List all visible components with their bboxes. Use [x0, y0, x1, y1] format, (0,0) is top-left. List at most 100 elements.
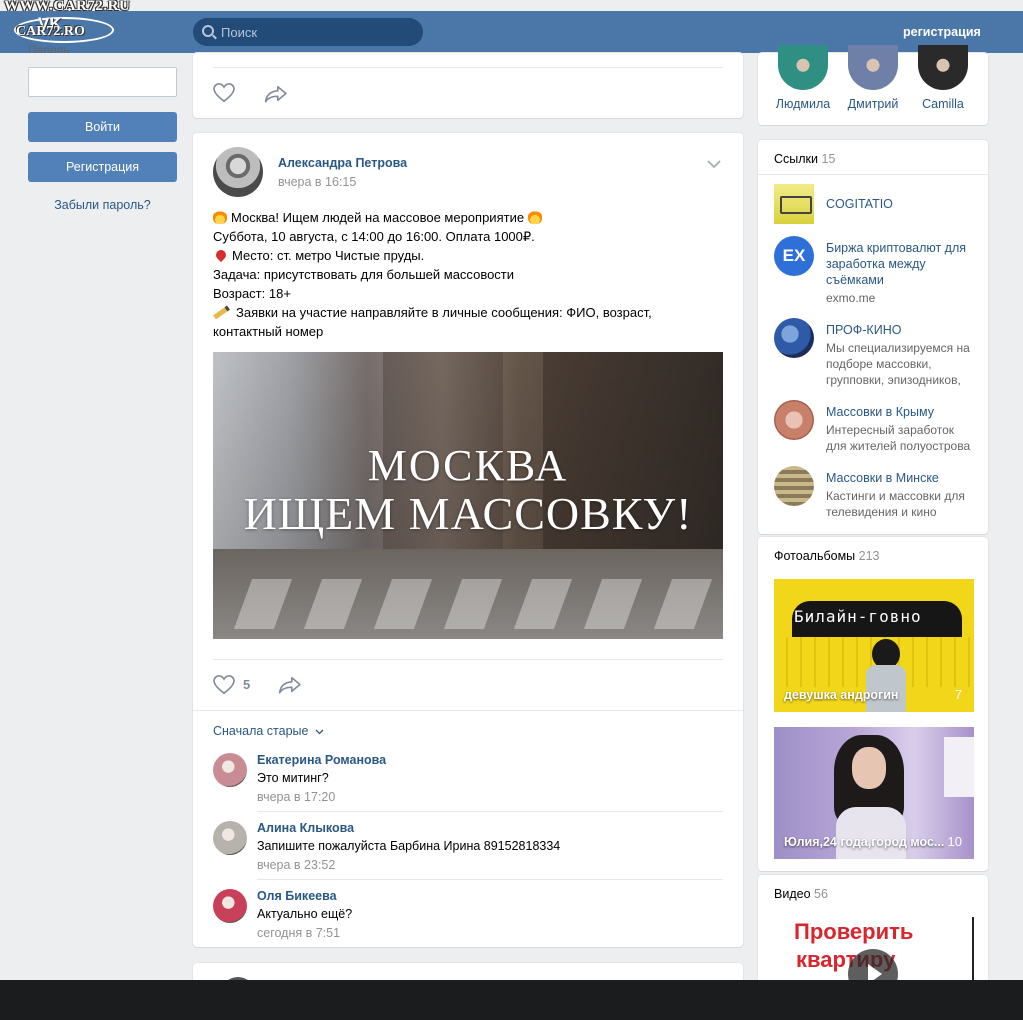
divider — [257, 879, 723, 880]
avatar-fill — [848, 45, 898, 90]
watermark-text: WWW.CAR72.RU — [4, 0, 131, 14]
album-caption: Юлия,24 года,город мос... — [784, 835, 945, 849]
comment-author[interactable]: Екатерина Романова — [257, 753, 386, 767]
album-window — [944, 737, 974, 797]
comment-item: Оля Бикеева Актуально ещё? сегодня в 7:5… — [213, 887, 723, 949]
link-title[interactable]: Биржа криптовалют для заработка между съ… — [826, 240, 976, 288]
image-title-line1: МОСКВА — [367, 441, 569, 490]
friend-name[interactable]: Людмила — [768, 97, 838, 111]
avatar-fill — [213, 753, 247, 787]
share-icon[interactable] — [264, 85, 288, 103]
album-count: 7 — [954, 687, 962, 702]
divider — [213, 659, 723, 660]
fire-emoji-icon — [527, 210, 542, 224]
link-logo[interactable] — [774, 318, 814, 358]
password-label: Пароль — [28, 43, 70, 53]
friend-name[interactable]: Дмитрий — [838, 97, 908, 111]
author-avatar[interactable] — [213, 147, 263, 197]
like-count: 5 — [243, 677, 251, 692]
bottom-bar — [0, 980, 1023, 1020]
albums-block: Фотоальбомы 213 Билайн-говно девушка анд… — [758, 537, 988, 871]
register-link[interactable]: регистрация — [903, 25, 981, 39]
comment-avatar[interactable] — [213, 889, 247, 923]
link-desc: Интересный заработок для жителей полуост… — [826, 423, 971, 453]
top-strip — [0, 0, 1023, 11]
share-icon[interactable] — [278, 676, 302, 694]
comment-avatar[interactable] — [213, 753, 247, 787]
comment-time[interactable]: сегодня в 7:51 — [257, 926, 340, 940]
link-title[interactable]: COGITATIO — [826, 196, 976, 212]
avatar-fill — [778, 45, 828, 90]
friend-avatar[interactable] — [918, 45, 968, 90]
post-card: Александра Петрова вчера в 16:15 Москва!… — [193, 133, 743, 947]
albums-header[interactable]: Фотоальбомы 213 — [774, 549, 880, 563]
pencil-emoji-icon — [213, 305, 230, 320]
pin-emoji-icon — [213, 247, 229, 263]
comment-text: Запишите пожалуйста Барбина Ирина 891528… — [257, 839, 561, 853]
link-desc: exmo.me — [826, 291, 876, 305]
album-thumb[interactable]: Юлия,24 года,город мос... 10 — [774, 727, 974, 859]
video-thumb-line1: Проверить — [794, 919, 914, 944]
cogitatio-glasses-icon — [780, 196, 812, 214]
search-input[interactable]: Поиск — [193, 18, 423, 46]
avatar-fill — [213, 889, 247, 923]
search-placeholder: Поиск — [221, 25, 258, 40]
site-logo[interactable]: VK CAR72.RO WWW.CAR72.RU — [4, 0, 131, 48]
link-title[interactable]: ПРОФ-КИНО — [826, 322, 976, 338]
post-time[interactable]: вчера в 16:15 — [278, 175, 356, 189]
post-line: Москва! Ищем людей на массовое мероприят… — [213, 208, 713, 227]
post-author[interactable]: Александра Петрова — [278, 156, 407, 170]
comment-item: Екатерина Романова Это митинг? вчера в 1… — [213, 751, 723, 813]
links-block: Ссылки 15 COGITATIO EX Биржа криптовалют… — [758, 140, 988, 534]
comment-time[interactable]: вчера в 23:52 — [257, 858, 335, 872]
post-line: Возраст: 18+ — [213, 286, 291, 301]
album-thumb[interactable]: Билайн-говно девушка андрогин 7 — [774, 579, 974, 712]
like-icon[interactable] — [213, 675, 235, 695]
divider — [257, 811, 723, 812]
post-line: Место: ст. метро Чистые пруды. — [213, 246, 713, 265]
album-board-text: Билайн-говно — [794, 607, 922, 626]
friend-avatar[interactable] — [848, 45, 898, 90]
post-line: Заявки на участие направляйте в личные с… — [213, 303, 713, 322]
link-logo[interactable] — [774, 466, 814, 506]
album-caption: девушка андрогин — [784, 688, 899, 702]
friend-avatar[interactable] — [778, 45, 828, 90]
login-button[interactable]: Войти — [28, 112, 177, 142]
like-icon[interactable] — [213, 83, 235, 103]
comment-sort-dropdown[interactable]: Сначала старые — [213, 724, 324, 738]
image-title-line2: ИЩЕМ МАССОВКУ! — [243, 488, 693, 539]
post-text: Москва! Ищем людей на массовое мероприят… — [213, 208, 713, 341]
chevron-down-icon[interactable] — [706, 159, 722, 169]
avatar-fill — [213, 821, 247, 855]
album-figure-body — [836, 807, 906, 859]
post-line: Задача: присутствовать для большей массо… — [213, 267, 515, 282]
video-header[interactable]: Видео 56 — [774, 887, 828, 901]
link-desc: Кастинги и массовки для телевидения и ки… — [826, 489, 965, 519]
comment-avatar[interactable] — [213, 821, 247, 855]
search-icon — [202, 25, 214, 37]
link-logo[interactable] — [774, 400, 814, 440]
link-logo[interactable] — [774, 184, 814, 224]
friends-block: Людмила Дмитрий Camilla — [758, 45, 988, 125]
album-count: 10 — [947, 834, 962, 849]
link-desc: Мы специализируемся на подборе массовки,… — [826, 341, 970, 387]
divider — [193, 710, 743, 711]
comment-author[interactable]: Алина Клыкова — [257, 821, 354, 835]
comment-item: Алина Клыкова Запишите пожалуйста Барбин… — [213, 819, 723, 881]
album-figure-face — [852, 747, 886, 789]
comment-time[interactable]: вчера в 17:20 — [257, 790, 335, 804]
password-field[interactable] — [28, 67, 177, 97]
exmo-logo[interactable]: EX — [774, 236, 814, 276]
post-line: Суббота, 10 августа, с 14:00 до 16:00. О… — [213, 229, 535, 244]
previous-post-footer — [193, 53, 743, 118]
link-title[interactable]: Массовки в Минске — [826, 470, 976, 486]
forgot-password-link[interactable]: Забыли пароль? — [28, 198, 177, 212]
comment-author[interactable]: Оля Бикеева — [257, 889, 337, 903]
friend-name[interactable]: Camilla — [908, 97, 978, 111]
links-header[interactable]: Ссылки 15 — [774, 152, 835, 166]
sort-label: Сначала старые — [213, 724, 309, 738]
link-title[interactable]: Массовки в Крыму — [826, 404, 976, 420]
post-image[interactable]: МОСКВА ИЩЕМ МАССОВКУ! — [213, 352, 723, 639]
register-button[interactable]: Регистрация — [28, 152, 177, 182]
fire-emoji-icon — [213, 210, 227, 224]
